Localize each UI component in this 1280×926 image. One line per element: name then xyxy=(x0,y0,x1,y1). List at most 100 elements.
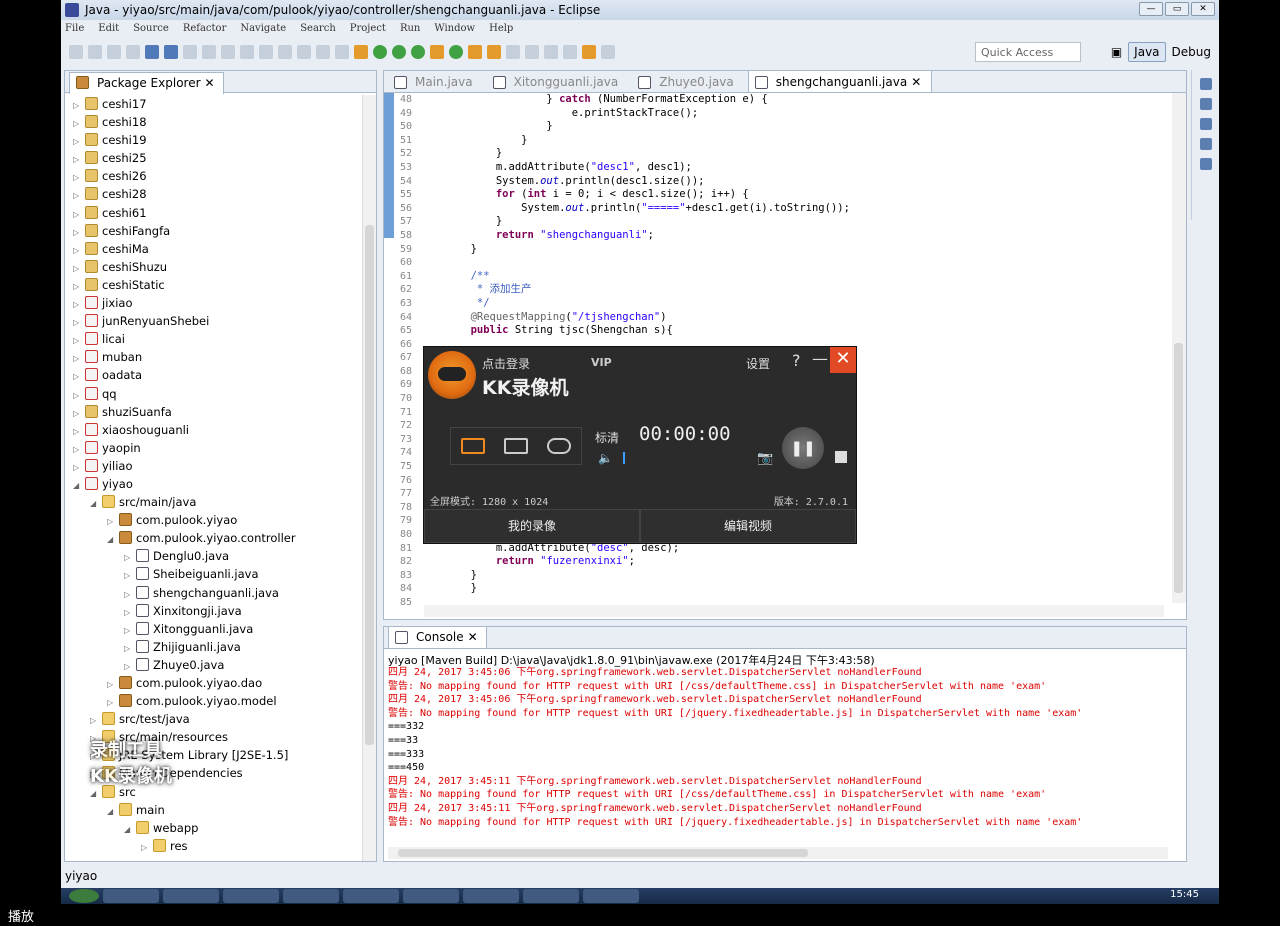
kk-help-button[interactable]: ? xyxy=(792,351,801,370)
kk-stop-button[interactable] xyxy=(835,451,847,463)
taskbar-app[interactable] xyxy=(463,889,519,903)
tree-item[interactable]: ▷ Zhuye0.java xyxy=(65,656,361,674)
editor-tab[interactable]: Xitongguanli.java xyxy=(487,71,629,92)
tree-item[interactable]: ▷ shengchanguanli.java xyxy=(65,584,361,602)
kk-edit-video-button[interactable]: 编辑视频 xyxy=(640,509,856,543)
tree-item[interactable]: ▷ ceshi17 xyxy=(65,95,361,113)
kk-vip-badge[interactable]: VIP xyxy=(591,356,612,369)
use-step-filters-icon[interactable] xyxy=(335,45,349,59)
console-output[interactable]: 四月 24, 2017 3:45:06 下午org.springframewor… xyxy=(384,666,1186,829)
editor-tab[interactable]: Zhuye0.java xyxy=(632,71,744,92)
tree-item[interactable]: ▷ xiaoshouguanli xyxy=(65,421,361,439)
editor-tab[interactable]: Main.java xyxy=(388,71,483,92)
taskbar-app[interactable] xyxy=(343,889,399,903)
drop-frame-icon[interactable] xyxy=(316,45,330,59)
tree-item[interactable]: ▷ oadata xyxy=(65,366,361,384)
tree-item[interactable]: ▷ ceshiShuzu xyxy=(65,258,361,276)
last-edit-icon[interactable] xyxy=(563,45,577,59)
tree-item[interactable]: ▷ jixiao xyxy=(65,294,361,312)
tree-item[interactable]: ▷ yiliao xyxy=(65,457,361,475)
tree-item[interactable]: ▷ yaopin xyxy=(65,439,361,457)
expand-toggle-icon[interactable]: ▷ xyxy=(141,839,153,857)
tree-item[interactable]: ▷ src/test/java xyxy=(65,710,361,728)
menu-item[interactable]: Window xyxy=(434,23,475,34)
annotation-prev-icon[interactable] xyxy=(544,45,558,59)
tree-item[interactable]: ◢ com.pulook.yiyao.controller xyxy=(65,529,361,547)
coverage-icon[interactable] xyxy=(411,45,425,59)
tree-item[interactable]: ▷ ceshiFangfa xyxy=(65,222,361,240)
kk-minimize-button[interactable]: — xyxy=(812,349,828,368)
declaration-icon[interactable] xyxy=(1199,158,1212,170)
editor-scrollbar[interactable] xyxy=(1172,93,1186,603)
step-into-icon[interactable] xyxy=(259,45,273,59)
taskbar-app[interactable] xyxy=(223,889,279,903)
tree-item[interactable]: ▷ res xyxy=(65,837,361,855)
tree-item[interactable]: ▷ ceshi26 xyxy=(65,167,361,185)
menu-item[interactable]: Refactor xyxy=(183,23,227,34)
search-icon[interactable] xyxy=(487,45,501,59)
kk-volume-bar[interactable] xyxy=(623,452,625,464)
camera-icon[interactable]: 📷 xyxy=(757,451,773,466)
tree-item[interactable]: ◢ webapp xyxy=(65,819,361,837)
back-icon[interactable] xyxy=(582,45,596,59)
tree-item[interactable]: ▷ ceshi19 xyxy=(65,131,361,149)
annotation-next-icon[interactable] xyxy=(525,45,539,59)
kk-my-recordings-button[interactable]: 我的录像 xyxy=(424,509,640,543)
tree-item[interactable]: ▷ Xinxitongji.java xyxy=(65,602,361,620)
step-return-icon[interactable] xyxy=(297,45,311,59)
suspend-icon[interactable] xyxy=(202,45,216,59)
kk-close-button[interactable]: ✕ xyxy=(830,347,856,373)
menu-item[interactable]: Source xyxy=(133,23,169,34)
taskbar-app[interactable] xyxy=(583,889,639,903)
close-icon[interactable]: ✕ xyxy=(468,630,478,644)
tree-item[interactable]: ▷ Denglu0.java xyxy=(65,547,361,565)
expand-toggle-icon[interactable]: ▷ xyxy=(73,187,85,205)
kk-login-link[interactable]: 点击登录 xyxy=(482,355,530,372)
menu-item[interactable]: Edit xyxy=(98,23,119,34)
console-scrollbar[interactable] xyxy=(388,847,1168,859)
speaker-icon[interactable]: 🔈 xyxy=(598,451,613,465)
tree-item[interactable]: ▷ junRenyuanShebei xyxy=(65,312,361,330)
minimize-button[interactable]: — xyxy=(1139,2,1163,16)
tree-item[interactable]: ▷ shuziSuanfa xyxy=(65,403,361,421)
expand-toggle-icon[interactable]: ▷ xyxy=(73,387,85,405)
tree-item[interactable]: ◢ main xyxy=(65,801,361,819)
expand-toggle-icon[interactable]: ◢ xyxy=(124,821,136,839)
taskbar-app[interactable] xyxy=(103,889,159,903)
debug-perspective-button[interactable]: Debug xyxy=(1172,45,1211,59)
outline-icon[interactable] xyxy=(1199,78,1212,90)
menu-item[interactable]: Navigate xyxy=(240,23,286,34)
expand-toggle-icon[interactable]: ▷ xyxy=(73,405,85,423)
external-tools-icon[interactable] xyxy=(354,45,368,59)
editor-hscrollbar[interactable] xyxy=(424,605,1164,617)
menu-item[interactable]: Help xyxy=(489,23,513,34)
taskbar-app[interactable] xyxy=(283,889,339,903)
step-over-icon[interactable] xyxy=(278,45,292,59)
maximize-button[interactable]: ▭ xyxy=(1165,2,1189,16)
new-icon[interactable] xyxy=(69,45,83,59)
editor-tab[interactable]: shengchanguanli.java ✕ xyxy=(747,70,933,92)
taskbar-app[interactable] xyxy=(163,889,219,903)
javadoc-icon[interactable] xyxy=(1199,138,1212,150)
tree-item[interactable]: ▷ ceshi25 xyxy=(65,149,361,167)
tree-item[interactable]: ▷ qq xyxy=(65,385,361,403)
close-button[interactable]: ✕ xyxy=(1191,2,1215,16)
kk-quality-select[interactable]: 标清 xyxy=(595,429,619,446)
tree-scrollbar[interactable] xyxy=(362,95,376,861)
region-mode-icon[interactable] xyxy=(503,438,528,454)
new-java-project-icon[interactable] xyxy=(430,45,444,59)
tree-item[interactable]: ▷ com.pulook.yiyao.dao xyxy=(65,674,361,692)
package-explorer-tab[interactable]: Package Explorer ✕ xyxy=(69,71,224,94)
start-button[interactable] xyxy=(69,889,99,903)
expand-toggle-icon[interactable]: ▷ xyxy=(73,368,85,386)
expand-toggle-icon[interactable]: ▷ xyxy=(124,586,136,604)
close-icon[interactable]: ✕ xyxy=(911,75,921,89)
expand-toggle-icon[interactable]: ◢ xyxy=(107,531,119,549)
pen-icon[interactable] xyxy=(506,45,520,59)
menu-item[interactable]: Search xyxy=(300,23,336,34)
taskbar-app[interactable] xyxy=(403,889,459,903)
disconnect-icon[interactable] xyxy=(240,45,254,59)
tree-item[interactable]: ▷ Sheibeiguanli.java xyxy=(65,565,361,583)
tree-item[interactable]: ◢ yiyao xyxy=(65,475,361,493)
tree-item[interactable]: ▷ ceshi61 xyxy=(65,204,361,222)
